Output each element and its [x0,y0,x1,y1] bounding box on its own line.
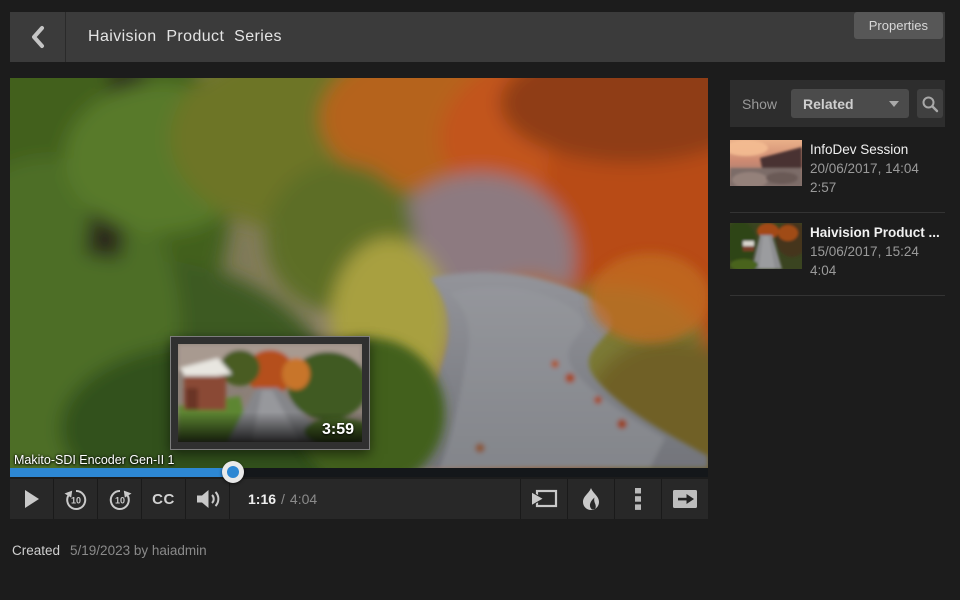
svg-text:10: 10 [70,496,80,506]
rewind-10-icon: 10 [63,486,89,512]
show-label: Show [742,96,777,112]
video-display[interactable]: 3:59 Makito-SDI Encoder Gen-II 1 [10,78,708,468]
current-time: 1:16 [248,491,276,507]
related-item-haivision-product[interactable]: Haivision Product ... 15/06/2017, 15:24 … [730,213,945,296]
play-icon [24,489,40,509]
rewind-10-button[interactable]: 10 [54,479,98,519]
related-thumbnail [730,223,802,269]
seek-preview-popup: 3:59 [170,336,370,450]
send-to-monitor-button[interactable] [520,479,567,519]
svg-text:10: 10 [114,496,124,506]
search-button[interactable] [917,89,943,118]
preview-timestamp: 3:59 [178,412,362,442]
exit-player-icon [671,488,699,510]
chevron-left-icon [29,24,47,50]
related-item-date: 15/06/2017, 15:24 [810,242,940,261]
back-button[interactable] [10,12,66,62]
volume-icon [195,487,221,511]
header-bar: Haivision Product Series [10,12,945,62]
related-item-duration: 2:57 [810,178,919,197]
related-videos-list: InfoDev Session 20/06/2017, 14:04 2:57 [730,132,945,296]
flame-icon [580,487,602,511]
volume-button[interactable] [186,479,230,519]
more-options-icon [635,487,641,511]
related-item-meta: Haivision Product ... 15/06/2017, 15:24 … [810,223,940,280]
related-item-title: Haivision Product ... [810,223,940,242]
play-button[interactable] [10,479,54,519]
related-filter-row: Show Related [730,80,945,127]
show-filter-dropdown[interactable]: Related [791,89,909,118]
created-info: Created 5/19/2023 by haiadmin [12,543,207,558]
forward-10-button[interactable]: 10 [98,479,142,519]
hotmark-label: Makito-SDI Encoder Gen-II 1 [14,453,174,467]
chevron-down-icon [889,101,899,107]
player-controls: 10 10 CC 1:16 / 4:04 [10,479,708,519]
closed-captions-button[interactable]: CC [142,479,186,519]
related-item-duration: 4:04 [810,261,940,280]
page-title: Haivision Product Series [88,28,282,46]
send-to-monitor-icon [530,486,558,512]
related-thumbnail [730,140,802,186]
time-separator: / [281,491,285,507]
related-item-title: InfoDev Session [810,140,919,159]
seek-bar-fill [10,468,233,477]
time-display: 1:16 / 4:04 [230,479,520,519]
related-item-meta: InfoDev Session 20/06/2017, 14:04 2:57 [810,140,919,197]
hotmark-button[interactable] [567,479,614,519]
related-item-infodev-session[interactable]: InfoDev Session 20/06/2017, 14:04 2:57 [730,132,945,213]
related-item-date: 20/06/2017, 14:04 [810,159,919,178]
search-icon [921,95,939,113]
created-value: 5/19/2023 by haiadmin [70,543,207,558]
seek-preview-thumbnail: 3:59 [178,344,362,442]
total-duration: 4:04 [290,491,317,507]
properties-button[interactable]: Properties [854,12,943,39]
video-player: 3:59 Makito-SDI Encoder Gen-II 1 [10,78,708,468]
seek-bar[interactable] [10,468,708,477]
created-label: Created [12,543,60,558]
forward-10-icon: 10 [107,486,133,512]
show-filter-value: Related [803,96,854,112]
more-options-button[interactable] [614,479,661,519]
exit-player-button[interactable] [661,479,708,519]
closed-captions-icon: CC [152,491,175,508]
